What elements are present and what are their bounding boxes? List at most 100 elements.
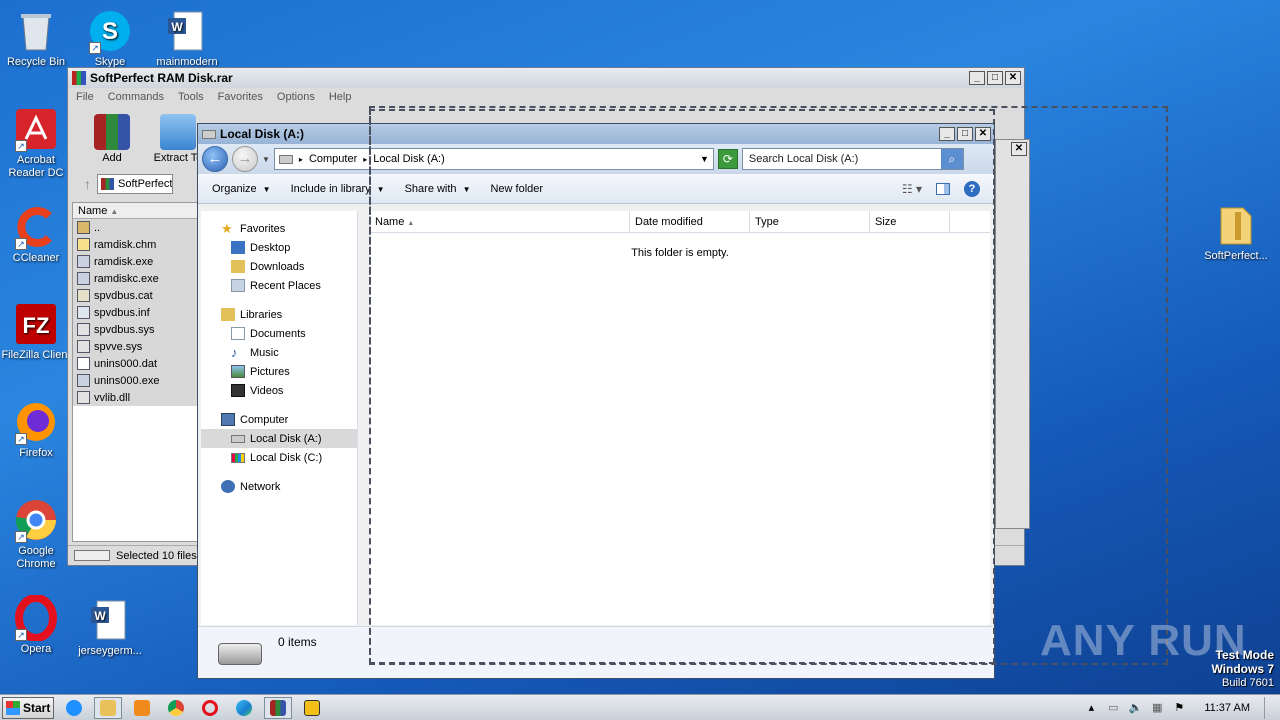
show-hidden-icons-icon[interactable]: ▴ <box>1084 701 1098 715</box>
explorer-titlebar[interactable]: Local Disk (A:) _ □ ✕ <box>198 124 994 144</box>
desktop-icon-chrome[interactable]: ↗ Google Chrome <box>0 497 74 571</box>
taskbar-ie[interactable] <box>60 697 88 719</box>
taskbar-edge[interactable] <box>230 697 258 719</box>
maximize-button[interactable]: □ <box>957 127 973 141</box>
nav-recent-places[interactable]: Recent Places <box>201 276 357 295</box>
address-bar[interactable]: ▸ Computer ▸ Local Disk (A:) ▼ <box>273 148 714 170</box>
desktop-icon-filezilla[interactable]: FZ FileZilla Client <box>0 301 74 362</box>
computer-icon <box>221 413 235 426</box>
menu-tools[interactable]: Tools <box>178 91 204 103</box>
show-desktop-button[interactable] <box>1264 696 1274 719</box>
taskbar-explorer[interactable] <box>94 696 122 719</box>
column-header-type[interactable]: Type <box>750 211 870 232</box>
installer-icon <box>304 699 320 716</box>
menu-help[interactable]: Help <box>329 91 352 103</box>
desktop-icon-softperfect[interactable]: SoftPerfect... <box>1198 202 1274 263</box>
clock[interactable]: 11:37 AM <box>1204 702 1250 714</box>
shortcut-arrow-icon: ↗ <box>15 238 27 250</box>
preview-pane-icon[interactable] <box>936 182 950 195</box>
nav-network[interactable]: Network <box>201 477 357 496</box>
nav-label: Local Disk (C:) <box>250 451 323 464</box>
file-list-pane[interactable]: Name ▲ Date modified Type Size This fold… <box>370 211 990 625</box>
taskbar-app-unknown[interactable] <box>298 697 326 719</box>
desktop-icon-skype[interactable]: S ↗ Skype <box>72 8 148 69</box>
folder-icon <box>100 699 116 716</box>
nav-computer[interactable]: Computer <box>201 410 357 429</box>
recent-locations-chevron-icon[interactable]: ▼ <box>262 155 270 164</box>
close-button[interactable]: ✕ <box>975 127 991 141</box>
menu-favorites[interactable]: Favorites <box>218 91 263 103</box>
nav-local-disk-c[interactable]: Local Disk (C:) <box>201 448 357 467</box>
column-header-date[interactable]: Date modified <box>630 211 750 232</box>
menu-commands[interactable]: Commands <box>108 91 164 103</box>
recycle-bin-icon <box>13 8 59 54</box>
background-window[interactable]: ✕ <box>995 139 1030 529</box>
desktop-icon-recycle-bin[interactable]: Recycle Bin <box>0 8 74 69</box>
taskbar-media-player[interactable] <box>128 697 156 719</box>
action-center-icon[interactable]: ▭ <box>1106 701 1120 715</box>
minimize-button[interactable]: _ <box>939 127 955 141</box>
forward-button[interactable]: → <box>232 146 258 172</box>
organize-button[interactable]: Organize ▼ <box>212 183 271 195</box>
column-label: Name <box>375 216 405 228</box>
winrar-path-text: SoftPerfect <box>118 178 173 190</box>
new-folder-button[interactable]: New folder <box>490 183 543 195</box>
nav-desktop[interactable]: Desktop <box>201 238 357 257</box>
nav-pictures[interactable]: Pictures <box>201 362 357 381</box>
desktop-icon-opera[interactable]: ↗ Opera <box>0 594 74 656</box>
menu-file[interactable]: File <box>76 91 94 103</box>
edge-icon <box>236 699 252 716</box>
up-arrow-icon[interactable]: ↑ <box>84 176 91 192</box>
network-tray-icon[interactable]: ▦ <box>1150 701 1164 715</box>
breadcrumb-arrow-icon[interactable]: ▸ <box>299 155 303 164</box>
winrar-titlebar[interactable]: SoftPerfect RAM Disk.rar _ □ ✕ <box>68 68 1024 88</box>
nav-downloads[interactable]: Downloads <box>201 257 357 276</box>
view-options-icon[interactable]: ☷ ▾ <box>902 182 922 196</box>
search-icon[interactable]: ⌕ <box>940 149 963 169</box>
search-input[interactable]: Search Local Disk (A:) ⌕ <box>741 148 964 170</box>
taskbar-chrome[interactable] <box>162 697 190 719</box>
help-icon[interactable]: ? <box>964 180 980 197</box>
dat-file-icon <box>77 357 90 370</box>
zip-folder-icon <box>1213 202 1259 248</box>
include-in-library-button[interactable]: Include in library ▼ <box>291 183 385 195</box>
add-button[interactable]: Add <box>84 110 140 168</box>
winrar-path-field[interactable]: SoftPerfect <box>97 174 173 194</box>
close-button[interactable]: ✕ <box>1005 71 1021 85</box>
nav-local-disk-a[interactable]: Local Disk (A:) <box>201 429 357 448</box>
desktop-icon-mainmodern[interactable]: W mainmodern <box>149 8 225 69</box>
extract-label: Extract To <box>153 152 203 164</box>
desktop-icon-firefox[interactable]: ↗ Firefox <box>0 399 74 460</box>
explorer-window[interactable]: Local Disk (A:) _ □ ✕ ← → ▼ ▸ Computer ▸… <box>197 123 995 679</box>
taskbar-winrar[interactable] <box>264 696 292 719</box>
nav-documents[interactable]: Documents <box>201 324 357 343</box>
menu-options[interactable]: Options <box>277 91 315 103</box>
flag-icon[interactable]: ⚑ <box>1172 701 1186 715</box>
start-button[interactable]: Start <box>2 696 54 719</box>
maximize-button[interactable]: □ <box>987 71 1003 85</box>
taskbar-opera[interactable] <box>196 697 224 719</box>
nav-favorites[interactable]: ★ Favorites <box>201 219 357 238</box>
share-with-button[interactable]: Share with ▼ <box>405 183 471 195</box>
nav-videos[interactable]: Videos <box>201 381 357 400</box>
star-icon: ★ <box>221 221 233 236</box>
back-button[interactable]: ← <box>202 146 228 172</box>
desktop-icon-acrobat[interactable]: ↗ Acrobat Reader DC <box>0 106 74 180</box>
minimize-button[interactable]: _ <box>969 71 985 85</box>
explorer-navbar: ← → ▼ ▸ Computer ▸ Local Disk (A:) ▼ ⟳ S… <box>198 144 994 174</box>
desktop-icon-jerseygerm[interactable]: W jerseygerm... <box>72 597 148 658</box>
address-dropdown-icon[interactable]: ▼ <box>700 154 709 164</box>
volume-icon[interactable]: 🔈 <box>1128 701 1142 715</box>
desktop-icon-ccleaner[interactable]: ↗ CCleaner <box>0 204 74 265</box>
svg-text:S: S <box>102 18 118 45</box>
nav-libraries[interactable]: Libraries <box>201 305 357 324</box>
nav-music[interactable]: ♪ Music <box>201 343 357 362</box>
close-button[interactable]: ✕ <box>1011 142 1027 156</box>
breadcrumb-current[interactable]: Local Disk (A:) <box>373 153 445 165</box>
windows-drive-icon <box>231 452 245 463</box>
column-header-name[interactable]: Name ▲ <box>370 211 630 232</box>
breadcrumb-arrow-icon[interactable]: ▸ <box>363 155 367 164</box>
column-header-size[interactable]: Size <box>870 211 950 232</box>
breadcrumb-computer[interactable]: Computer <box>309 153 357 165</box>
refresh-button[interactable]: ⟳ <box>717 149 738 169</box>
